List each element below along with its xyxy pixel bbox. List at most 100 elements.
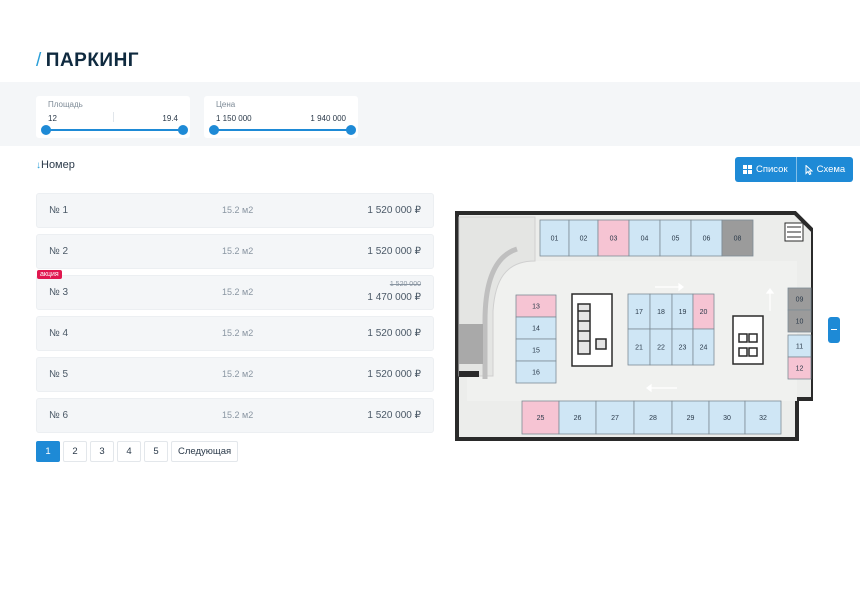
page-button-1[interactable]: 1 — [36, 441, 60, 462]
parking-spot-label: 14 — [532, 326, 540, 333]
spot-number: № 6 — [49, 410, 69, 421]
area-min-handle[interactable] — [41, 125, 51, 135]
spot-price: 1 520 000 ₽ — [367, 328, 421, 339]
price-filter[interactable]: Цена 1 150 000 1 940 000 — [204, 96, 358, 138]
spot-number: № 1 — [49, 205, 69, 216]
elevator-core — [732, 315, 764, 365]
list-item[interactable]: № 2 15.2 м2 1 520 000 ₽ — [36, 234, 434, 269]
spot-area: 15.2 м2 — [222, 369, 254, 379]
parking-spot-label: 20 — [700, 309, 708, 316]
spot-area: 15.2 м2 — [222, 246, 254, 256]
spot-price: 1 520 000 ₽ — [367, 246, 421, 257]
spot-price: 1 470 000 ₽ — [367, 292, 421, 303]
next-page-button[interactable]: Следующая — [171, 441, 239, 462]
area-filter-label: Площадь — [48, 100, 83, 109]
parking-spot-label: 05 — [672, 236, 680, 243]
ramp-bottom-wall — [459, 371, 479, 377]
spot-area: 15.2 м2 — [222, 205, 254, 215]
price-filter-label: Цена — [216, 100, 236, 109]
floor-plan-svg: 01 02 03 04 05 06 08 09 10 11 12 13 14 15 16 17 18 19 20 21… — [455, 211, 813, 441]
list-item[interactable]: № 5 15.2 м2 1 520 000 ₽ — [36, 357, 434, 392]
parking-spot-label: 10 — [796, 319, 804, 326]
parking-spot-label: 24 — [700, 345, 708, 352]
spot-number: № 3 — [49, 287, 69, 298]
parking-spot-label: 29 — [687, 415, 695, 422]
spot-price: 1 520 000 ₽ — [367, 205, 421, 216]
price-min-handle[interactable] — [209, 125, 219, 135]
parking-spot-label: 28 — [649, 415, 657, 422]
parking-spot-label: 30 — [723, 415, 731, 422]
parking-spot-label: 17 — [635, 309, 643, 316]
parking-spot-label: 21 — [635, 345, 643, 352]
parking-spot-label: 18 — [657, 309, 665, 316]
list-item[interactable]: № 6 15.2 м2 1 520 000 ₽ — [36, 398, 434, 433]
page-title-text: ПАРКИНГ — [45, 50, 140, 71]
promo-badge: акция — [37, 270, 62, 279]
page-title: / ПАРКИНГ — [36, 50, 139, 72]
spot-number: № 4 — [49, 328, 69, 339]
page-button-3[interactable]: 3 — [90, 441, 114, 462]
spot-number: № 2 — [49, 246, 69, 257]
area-max-handle[interactable] — [178, 125, 188, 135]
parking-spot-label: 01 — [551, 236, 559, 243]
list-item[interactable]: № 1 15.2 м2 1 520 000 ₽ — [36, 193, 434, 228]
spot-area: 15.2 м2 — [222, 287, 254, 297]
parking-spot-label: 25 — [537, 415, 545, 422]
price-max-value: 1 940 000 — [310, 114, 346, 123]
handle-grip-icon — [831, 329, 837, 330]
parking-spot-label: 26 — [574, 415, 582, 422]
scheme-view-label: Схема — [816, 164, 846, 175]
divider — [113, 112, 114, 122]
cursor-icon — [805, 164, 813, 175]
ramp-gate — [459, 324, 483, 364]
pagination: 1 2 3 4 5 Следующая — [36, 441, 239, 462]
spot-number: № 5 — [49, 369, 69, 380]
page-button-4[interactable]: 4 — [117, 441, 141, 462]
spot-price: 1 520 000 ₽ — [367, 410, 421, 421]
list-view-label: Список — [756, 164, 788, 175]
parking-spot-label: 16 — [532, 370, 540, 377]
parking-spot-label: 27 — [611, 415, 619, 422]
parking-spot-label: 09 — [796, 297, 804, 304]
scheme-scroll-handle[interactable] — [828, 317, 840, 343]
parking-spot-label: 22 — [657, 345, 665, 352]
area-filter[interactable]: Площадь 12 19.4 — [36, 96, 190, 138]
parking-spot-label: 13 — [532, 304, 540, 311]
scheme-view-button[interactable]: Схема — [795, 157, 854, 182]
price-max-handle[interactable] — [346, 125, 356, 135]
spot-area: 15.2 м2 — [222, 328, 254, 338]
parking-spot-label: 04 — [641, 236, 649, 243]
spot-area: 15.2 м2 — [222, 410, 254, 420]
service-stair — [784, 222, 804, 242]
parking-list: № 1 15.2 м2 1 520 000 ₽ № 2 15.2 м2 1 52… — [36, 193, 434, 439]
parking-spot-label: 32 — [759, 415, 767, 422]
page-button-5[interactable]: 5 — [144, 441, 168, 462]
area-slider-track[interactable] — [46, 129, 184, 131]
parking-spot-label: 08 — [734, 236, 742, 243]
spot-price: 1 520 000 ₽ — [367, 369, 421, 380]
stair-core — [571, 293, 613, 367]
parking-spot-label: 12 — [796, 366, 804, 373]
grid-icon — [743, 165, 752, 174]
parking-spot-label: 02 — [580, 236, 588, 243]
price-min-value: 1 150 000 — [216, 114, 252, 123]
sort-by-number-button[interactable]: ↓Номер — [36, 159, 75, 171]
parking-spot-label: 06 — [703, 236, 711, 243]
sort-label: Номер — [41, 159, 75, 171]
page-button-2[interactable]: 2 — [63, 441, 87, 462]
price-slider-track[interactable] — [214, 129, 352, 131]
parking-spot-label: 11 — [796, 344, 803, 351]
parking-spot-label: 23 — [679, 345, 687, 352]
list-item[interactable]: № 4 15.2 м2 1 520 000 ₽ — [36, 316, 434, 351]
spot-old-price: 1 520 000 — [389, 281, 421, 288]
area-max-value: 19.4 — [162, 114, 178, 123]
list-view-button[interactable]: Список — [735, 157, 796, 182]
parking-spot-label: 03 — [610, 236, 618, 243]
title-slash: / — [36, 50, 42, 71]
view-toggle: Список Схема — [735, 157, 854, 182]
list-item[interactable]: акция № 3 15.2 м2 1 520 000 1 470 000 ₽ — [36, 270, 434, 310]
parking-floor-plan: 01 02 03 04 05 06 08 09 10 11 12 13 14 15 16 17 18 19 20 21… — [455, 211, 813, 442]
parking-spot-label: 19 — [679, 309, 687, 316]
parking-spot-label: 15 — [532, 348, 540, 355]
area-min-value: 12 — [48, 114, 57, 123]
